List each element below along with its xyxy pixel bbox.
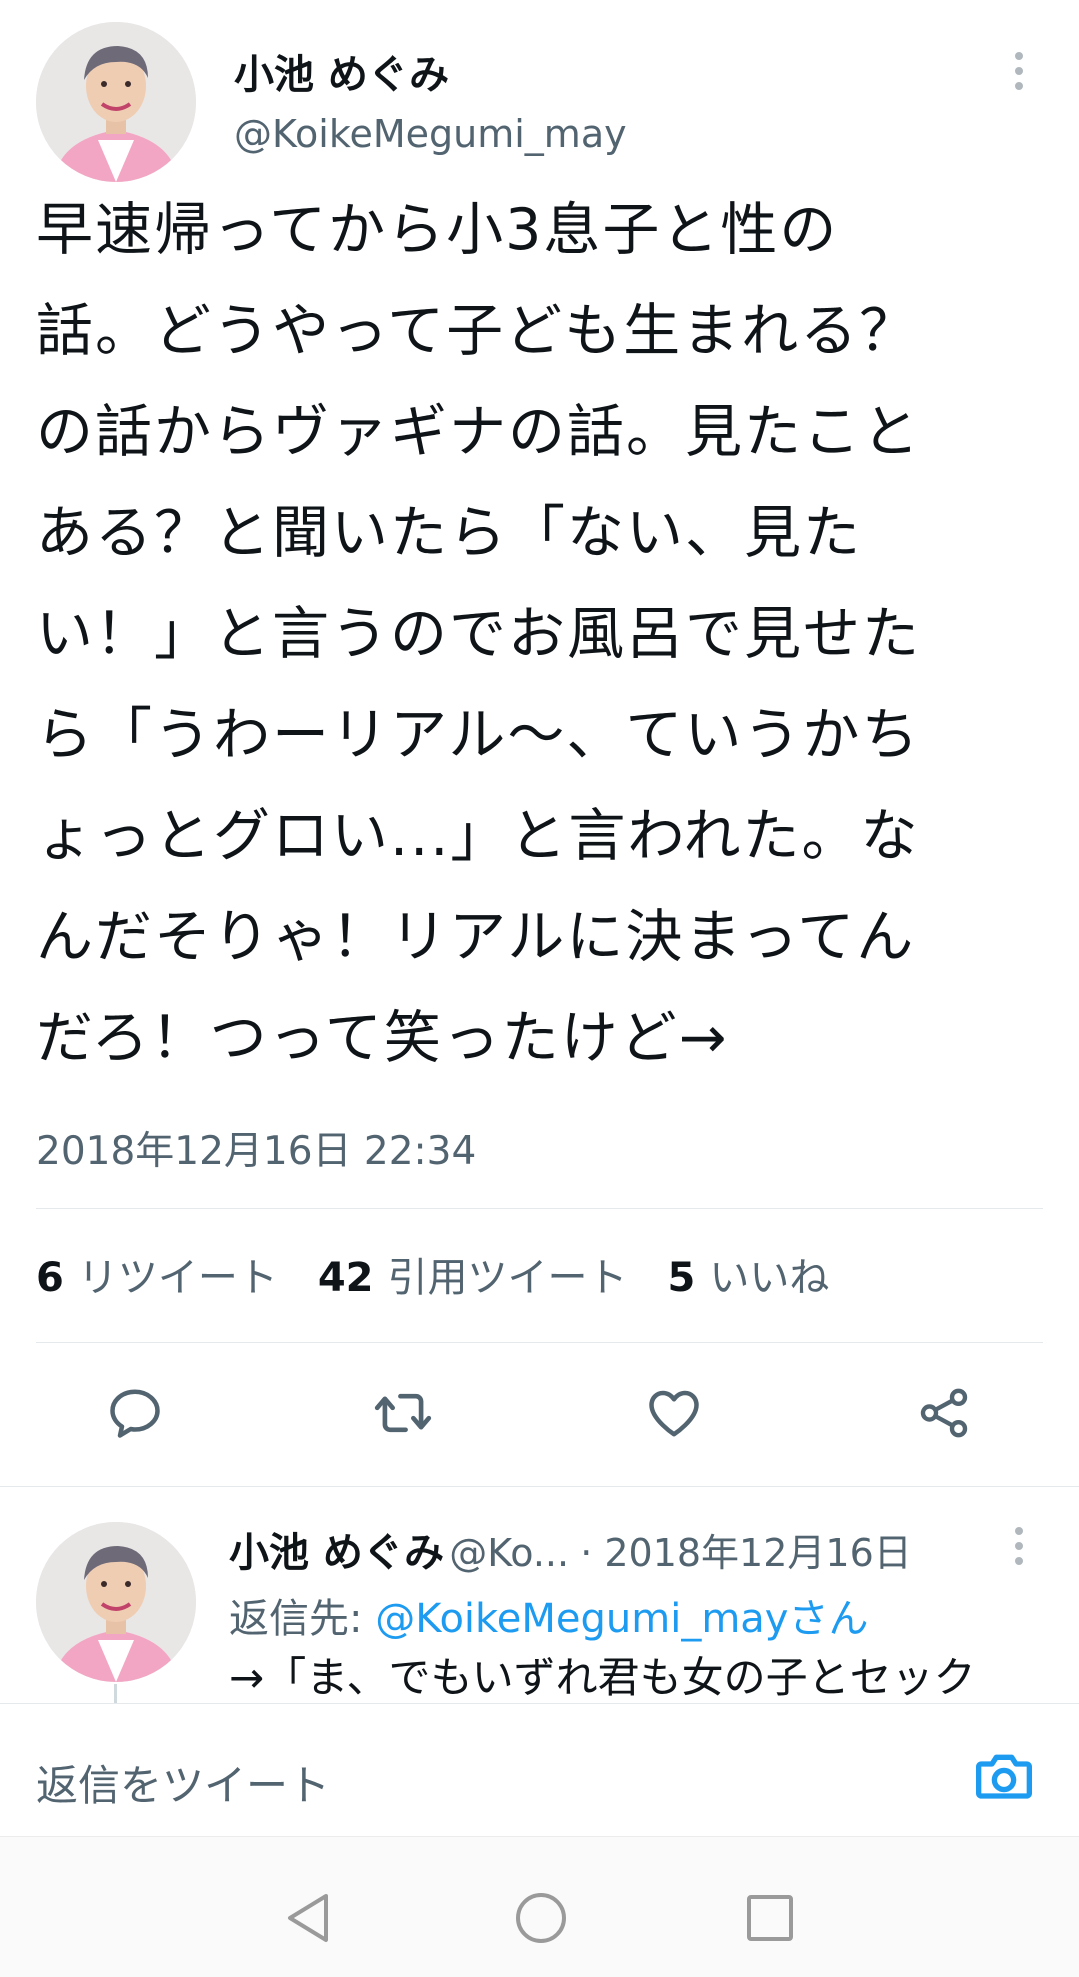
back-triangle-icon: [288, 1894, 328, 1942]
likes-label: いいね: [709, 1255, 830, 1301]
home-circle-icon: [516, 1893, 566, 1943]
quotes-stat[interactable]: 42 引用ツイート: [318, 1245, 628, 1303]
quotes-count: 42: [317, 1255, 374, 1301]
reply-text-clip: →「ま、でもいずれ君も女の子とセック: [229, 1650, 1079, 1702]
engagement-stats: 6 リツイート 42 引用ツイート 5 いいね: [36, 1245, 869, 1303]
recents-square-icon: [747, 1895, 793, 1941]
avatar-image: [36, 1522, 196, 1682]
camera-icon: [976, 1754, 1032, 1799]
author-avatar[interactable]: [36, 22, 196, 182]
replying-to-mention[interactable]: @KoikeMegumi_mayさん: [375, 1596, 868, 1642]
share-button[interactable]: [904, 1373, 984, 1453]
more-options-icon[interactable]: [1013, 52, 1025, 97]
nav-home-button[interactable]: [513, 1890, 569, 1946]
retweets-stat[interactable]: 6 リツイート: [36, 1245, 278, 1303]
divider: [36, 1342, 1043, 1343]
divider: [36, 1208, 1043, 1209]
reply-header: 小池 めぐみ @Ko... · 2018年12月16日: [229, 1520, 912, 1578]
retweet-button[interactable]: [363, 1373, 443, 1453]
retweet-icon: [374, 1393, 432, 1433]
reply-icon: [110, 1389, 160, 1438]
reply-button[interactable]: [95, 1373, 175, 1453]
reply-author-name[interactable]: 小池 めぐみ: [229, 1530, 444, 1576]
nav-recents-button[interactable]: [744, 1892, 796, 1944]
replying-to: 返信先: @KoikeMegumi_mayさん: [229, 1586, 868, 1644]
share-icon: [920, 1388, 968, 1438]
camera-button[interactable]: [972, 1744, 1036, 1808]
compose-reply-input[interactable]: 返信をツイート: [36, 1752, 330, 1813]
thread-line: [114, 1684, 117, 1704]
likes-count: 5: [667, 1255, 696, 1301]
reply-author-handle[interactable]: @Ko...: [449, 1531, 569, 1575]
avatar-image: [36, 22, 196, 182]
retweets-count: 6: [36, 1255, 64, 1301]
likes-stat[interactable]: 5 いいね: [668, 1245, 830, 1303]
reply-more-options-icon[interactable]: [1013, 1527, 1025, 1572]
author-handle[interactable]: @KoikeMegumi_may: [234, 112, 627, 156]
reply-text-preview: →「ま、でもいずれ君も女の子とセック: [229, 1653, 976, 1702]
replying-to-prefix: 返信先:: [229, 1596, 376, 1642]
nav-back-button[interactable]: [282, 1890, 332, 1946]
author-name[interactable]: 小池 めぐみ: [234, 42, 449, 100]
section-divider: [0, 1486, 1079, 1487]
reply-date[interactable]: · 2018年12月16日: [580, 1531, 912, 1575]
quotes-label: 引用ツイート: [387, 1255, 628, 1301]
tweet-text: 早速帰ってから小3息子と性の 話。どうやって子ども生まれる？ の話からヴァギナの…: [36, 197, 921, 1071]
retweets-label: リツイート: [77, 1255, 278, 1301]
like-button[interactable]: [634, 1373, 714, 1453]
heart-icon: [649, 1390, 699, 1437]
reply-author-avatar[interactable]: [36, 1522, 196, 1682]
tweet-timestamp[interactable]: 2018年12月16日 22:34: [36, 1120, 476, 1176]
